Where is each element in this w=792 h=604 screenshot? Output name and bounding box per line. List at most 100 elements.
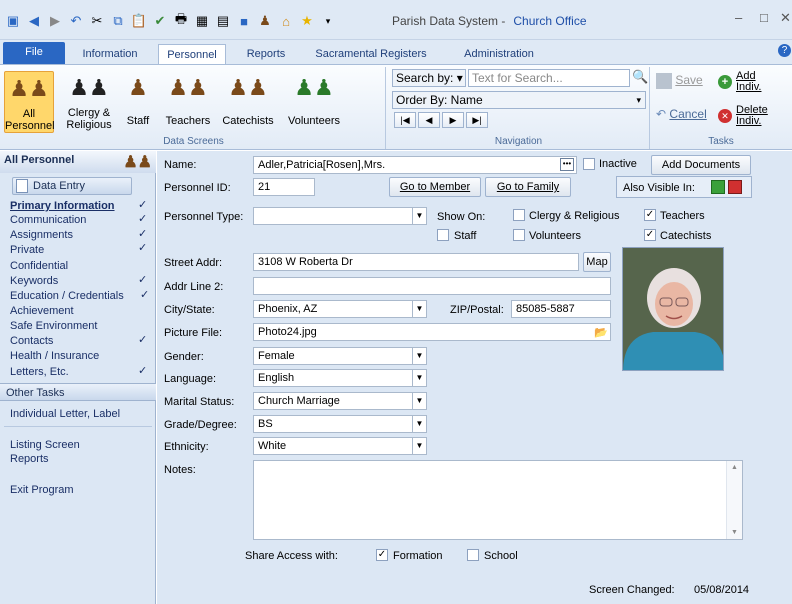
document-icon bbox=[16, 179, 28, 193]
tab-administration[interactable]: Administration bbox=[452, 44, 546, 64]
zip-field[interactable]: 85085-5887 bbox=[511, 300, 611, 318]
volunteers-button[interactable]: ♟♟ Volunteers bbox=[282, 71, 346, 128]
last-record-button[interactable]: ▶| bbox=[466, 112, 488, 128]
inactive-checkbox[interactable] bbox=[583, 158, 595, 170]
task-exit-program[interactable]: Exit Program bbox=[10, 484, 74, 496]
chevron-down-icon: ▼ bbox=[412, 208, 426, 224]
data-entry-section[interactable]: Data Entry bbox=[12, 177, 132, 195]
customize-dropdown-icon[interactable]: ▾ bbox=[319, 12, 337, 30]
catechists-label: Catechists bbox=[660, 230, 712, 242]
gender-dropdown[interactable]: Female ▼ bbox=[253, 347, 427, 365]
go-to-member-button[interactable]: Go to Member bbox=[389, 177, 481, 197]
sidebar-item-education-credentials[interactable]: Education / Credentials bbox=[10, 290, 124, 302]
search-by-dropdown[interactable]: Search by: ▾ bbox=[392, 69, 466, 87]
name-ellipsis-icon[interactable]: ••• bbox=[560, 158, 574, 171]
tab-reports[interactable]: Reports bbox=[238, 44, 294, 64]
search-input[interactable]: Text for Search... bbox=[468, 69, 630, 87]
calendar-icon[interactable]: ▤ bbox=[214, 12, 232, 30]
addr-line2-field[interactable] bbox=[253, 277, 611, 295]
sidebar-item-communication[interactable]: Communication bbox=[10, 214, 86, 226]
notes-scrollbar[interactable]: ▲ ▼ bbox=[726, 461, 742, 539]
teachers-checkbox[interactable]: ✓ bbox=[644, 209, 656, 221]
back-icon[interactable]: ◀ bbox=[25, 12, 43, 30]
name-field[interactable]: Adler,Patricia[Rosen],Mrs. ••• bbox=[253, 156, 577, 174]
scroll-up-icon[interactable]: ▲ bbox=[731, 464, 738, 471]
clergy-religious-checkbox[interactable] bbox=[513, 209, 525, 221]
print-icon[interactable]: 🖶 bbox=[172, 11, 190, 30]
folder-open-icon[interactable]: 📂 bbox=[594, 325, 608, 340]
previous-record-button[interactable]: ◀ bbox=[418, 112, 440, 128]
go-to-family-button[interactable]: Go to Family bbox=[485, 177, 571, 197]
next-record-button[interactable]: ▶ bbox=[442, 112, 464, 128]
save-button[interactable]: Save bbox=[656, 73, 716, 95]
undo-icon[interactable]: ↶ bbox=[67, 12, 85, 30]
tab-file[interactable]: File bbox=[3, 42, 65, 64]
volunteers-checkbox[interactable] bbox=[513, 229, 525, 241]
minimize-icon[interactable]: – bbox=[735, 10, 742, 25]
cut-icon[interactable]: ✂ bbox=[88, 12, 106, 30]
search-icon[interactable]: 🔍 bbox=[632, 69, 648, 85]
picture-file-field[interactable]: Photo24.jpg 📂 bbox=[253, 323, 611, 341]
language-dropdown[interactable]: English ▼ bbox=[253, 369, 427, 387]
cancel-button[interactable]: ↶ Cancel bbox=[656, 107, 716, 129]
street-addr-field[interactable]: 3108 W Roberta Dr bbox=[253, 253, 579, 271]
sidebar-item-contacts[interactable]: Contacts bbox=[10, 335, 53, 347]
personnel-type-dropdown[interactable]: ▼ bbox=[253, 207, 427, 225]
help-icon[interactable]: ? bbox=[778, 44, 791, 57]
paste-icon[interactable]: 📋 bbox=[130, 12, 148, 30]
notes-textarea[interactable]: ▲ ▼ bbox=[253, 460, 743, 540]
school-checkbox[interactable] bbox=[467, 549, 479, 561]
maximize-icon[interactable]: □ bbox=[760, 10, 768, 25]
sidebar-item-private[interactable]: Private bbox=[10, 244, 44, 256]
sidebar-item-achievement[interactable]: Achievement bbox=[10, 305, 74, 317]
home-icon[interactable]: ⌂ bbox=[277, 12, 295, 30]
marital-status-dropdown[interactable]: Church Marriage ▼ bbox=[253, 392, 427, 410]
scroll-down-icon[interactable]: ▼ bbox=[731, 529, 738, 536]
city-state-dropdown[interactable]: Phoenix, AZ ▼ bbox=[253, 300, 427, 318]
close-icon[interactable]: ✕ bbox=[780, 10, 791, 26]
grade-degree-dropdown[interactable]: BS ▼ bbox=[253, 415, 427, 433]
staff-checkbox[interactable] bbox=[437, 229, 449, 241]
sidebar-item-assignments[interactable]: Assignments bbox=[10, 229, 73, 241]
add-documents-button[interactable]: Add Documents bbox=[651, 155, 751, 175]
sidebar-item-primary-information[interactable]: Primary Information bbox=[10, 200, 115, 212]
book-icon[interactable]: ■ bbox=[235, 12, 253, 30]
first-record-button[interactable]: |◀ bbox=[394, 112, 416, 128]
map-button[interactable]: Map bbox=[583, 252, 611, 272]
tab-information[interactable]: Information bbox=[72, 44, 148, 64]
app-icon[interactable]: ▣ bbox=[4, 12, 22, 30]
task-individual-letter-label[interactable]: Individual Letter, Label bbox=[10, 408, 120, 420]
sidebar-item-confidential[interactable]: Confidential bbox=[10, 260, 68, 272]
ethnicity-dropdown[interactable]: White ▼ bbox=[253, 437, 427, 455]
staff-button[interactable]: ♟ Staff bbox=[116, 71, 160, 128]
sidebar-item-keywords[interactable]: Keywords bbox=[10, 275, 58, 287]
forward-icon[interactable]: ▶ bbox=[46, 12, 64, 30]
visible-green-icon[interactable] bbox=[711, 180, 725, 194]
calculator-icon[interactable]: ▦ bbox=[193, 12, 211, 30]
formation-checkbox[interactable]: ✓ bbox=[376, 549, 388, 561]
teachers-button[interactable]: ♟♟ Teachers bbox=[160, 71, 216, 128]
visible-red-icon[interactable] bbox=[728, 180, 742, 194]
clergy-religious-button[interactable]: ♟♟ Clergy & Religious bbox=[62, 71, 116, 132]
sidebar-item-safe-environment[interactable]: Safe Environment bbox=[10, 320, 97, 332]
copy-icon[interactable]: ⧉ bbox=[109, 12, 127, 30]
add-icon: + bbox=[718, 75, 732, 89]
add-individual-button[interactable]: + Add Indiv. bbox=[718, 69, 788, 97]
sidebar-item-health-insurance[interactable]: Health / Insurance bbox=[10, 350, 99, 362]
personnel-id-field[interactable]: 21 bbox=[253, 178, 315, 196]
task-listing-screen[interactable]: Listing Screen bbox=[10, 439, 80, 451]
data-screens-label: Data Screens bbox=[163, 136, 224, 147]
order-by-dropdown[interactable]: Order By: Name ▾ bbox=[392, 91, 646, 109]
people-icon[interactable]: ♟ bbox=[256, 12, 274, 30]
tab-personnel[interactable]: Personnel bbox=[158, 44, 226, 64]
all-personnel-button[interactable]: ♟♟ All Personnel bbox=[4, 71, 55, 133]
spellcheck-icon[interactable]: ✔ bbox=[151, 12, 169, 30]
catechists-checkbox[interactable]: ✓ bbox=[644, 229, 656, 241]
star-icon[interactable]: ★ bbox=[298, 12, 316, 30]
task-reports[interactable]: Reports bbox=[10, 453, 49, 465]
delete-icon: ✕ bbox=[718, 109, 732, 123]
catechists-button[interactable]: ♟♟ Catechists bbox=[216, 71, 280, 128]
sidebar-item-letters-etc[interactable]: Letters, Etc. bbox=[10, 366, 69, 378]
tab-sacramental-registers[interactable]: Sacramental Registers bbox=[310, 44, 432, 64]
delete-individual-button[interactable]: ✕ Delete Indiv. bbox=[718, 103, 788, 131]
